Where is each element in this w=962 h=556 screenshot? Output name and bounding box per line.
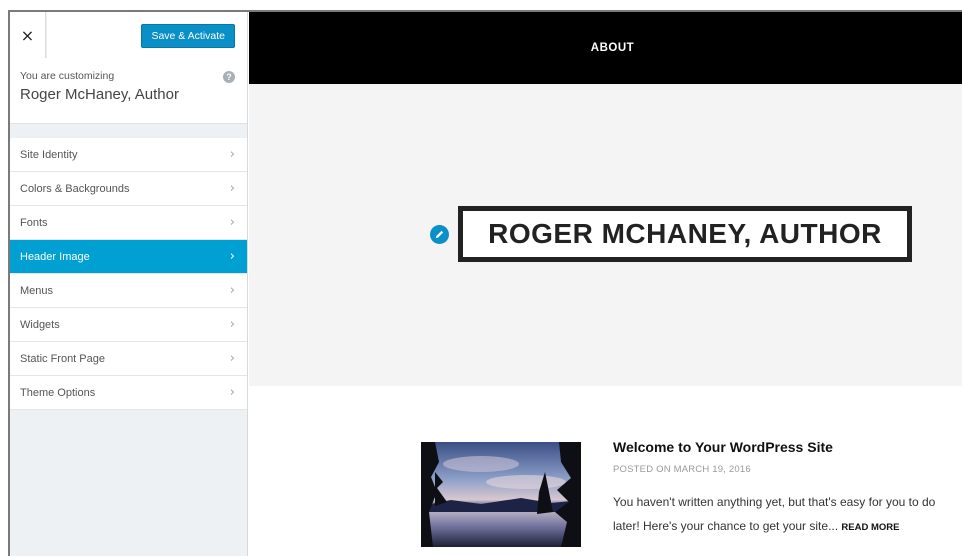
menu-item-label: Header Image bbox=[20, 250, 90, 263]
chevron-right-icon: › bbox=[229, 215, 235, 230]
site-header: ROGER MCHANEY, AUTHOR bbox=[249, 84, 962, 386]
customizing-info: You are customizing Roger McHaney, Autho… bbox=[10, 58, 247, 124]
chevron-right-icon: › bbox=[229, 249, 235, 264]
menu-item-colors-backgrounds[interactable]: Colors & Backgrounds › bbox=[10, 172, 247, 206]
nav-link-about[interactable]: ABOUT bbox=[591, 42, 634, 54]
menu-item-fonts[interactable]: Fonts › bbox=[10, 206, 247, 240]
site-nav: ABOUT bbox=[249, 12, 962, 84]
site-title-box[interactable]: ROGER MCHANEY, AUTHOR bbox=[458, 206, 912, 262]
customizing-label: You are customizing bbox=[20, 70, 115, 82]
close-button[interactable]: × bbox=[10, 12, 46, 58]
chevron-right-icon: › bbox=[229, 385, 235, 400]
chevron-right-icon: › bbox=[229, 317, 235, 332]
menu-item-site-identity[interactable]: Site Identity › bbox=[10, 138, 247, 172]
menu-item-label: Static Front Page bbox=[20, 352, 105, 365]
post-meta: POSTED ON MARCH 19, 2016 bbox=[613, 464, 751, 475]
site-preview: ABOUT ROGER MCHANEY, AUTHOR Welcome to Y… bbox=[249, 12, 962, 556]
save-activate-button[interactable]: Save & Activate bbox=[141, 24, 235, 48]
chevron-right-icon: › bbox=[229, 283, 235, 298]
edit-pencil-icon[interactable] bbox=[430, 225, 449, 244]
menu-item-widgets[interactable]: Widgets › bbox=[10, 308, 247, 342]
customizer-header: × Save & Activate bbox=[10, 12, 247, 58]
customizing-site-name: Roger McHaney, Author bbox=[20, 86, 179, 103]
menu-item-label: Site Identity bbox=[20, 148, 78, 161]
post-title-link[interactable]: Welcome to Your WordPress Site bbox=[613, 439, 833, 455]
browser-frame: × Save & Activate You are customizing Ro… bbox=[8, 10, 962, 556]
chevron-right-icon: › bbox=[229, 181, 235, 196]
menu-item-label: Widgets bbox=[20, 318, 60, 331]
post-thumbnail[interactable] bbox=[421, 442, 581, 547]
menu-item-theme-options[interactable]: Theme Options › bbox=[10, 376, 247, 410]
customizer-sidebar: × Save & Activate You are customizing Ro… bbox=[10, 12, 248, 556]
menu-item-label: Fonts bbox=[20, 216, 48, 229]
customizer-menu: Site Identity › Colors & Backgrounds › F… bbox=[10, 138, 247, 410]
menu-item-static-front-page[interactable]: Static Front Page › bbox=[10, 342, 247, 376]
chevron-right-icon: › bbox=[229, 351, 235, 366]
close-icon: × bbox=[20, 25, 35, 45]
menu-item-label: Menus bbox=[20, 284, 54, 297]
section-gap bbox=[10, 124, 247, 138]
lake-sunset-image bbox=[421, 442, 581, 547]
chevron-right-icon: › bbox=[229, 147, 235, 162]
site-title: ROGER MCHANEY, AUTHOR bbox=[488, 218, 882, 249]
menu-item-label: Colors & Backgrounds bbox=[20, 182, 130, 195]
menu-item-label: Theme Options bbox=[20, 386, 96, 399]
post-excerpt: You haven't written anything yet, but th… bbox=[613, 490, 962, 540]
menu-item-header-image[interactable]: Header Image › bbox=[10, 240, 247, 274]
menu-item-menus[interactable]: Menus › bbox=[10, 274, 247, 308]
help-icon[interactable]: ? bbox=[223, 71, 235, 83]
read-more-link[interactable]: READ MORE bbox=[841, 522, 899, 533]
pencil-glyph bbox=[435, 230, 444, 239]
